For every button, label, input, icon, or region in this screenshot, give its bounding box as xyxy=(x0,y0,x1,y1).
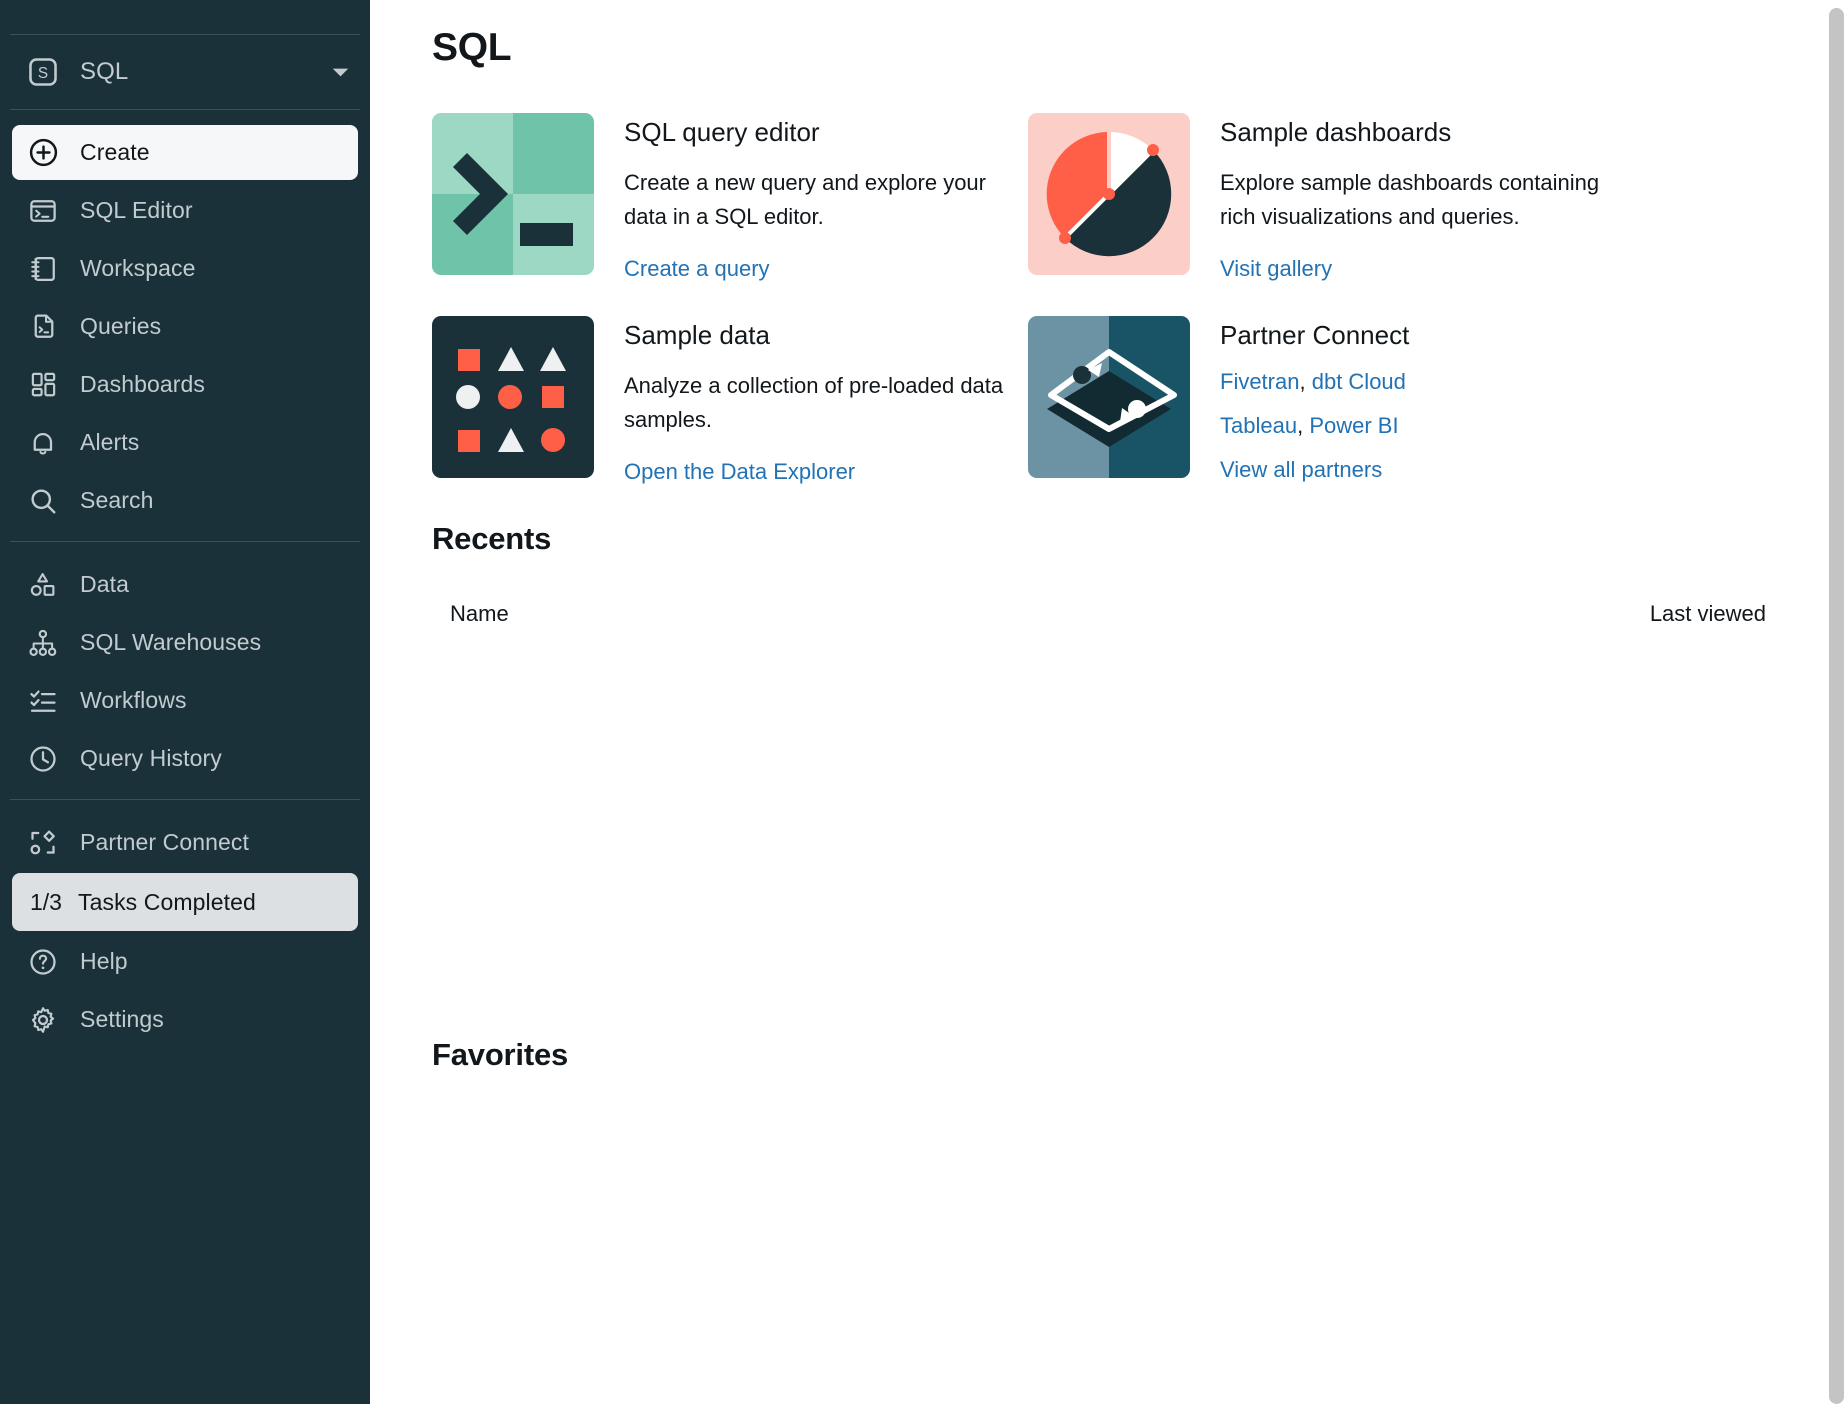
card-sql-query-editor[interactable]: SQL query editor Create a new query and … xyxy=(432,113,1028,282)
sidebar-item-help[interactable]: Help xyxy=(12,934,358,989)
view-all-partners-link[interactable]: View all partners xyxy=(1220,457,1382,483)
warehouse-tree-icon xyxy=(26,626,60,660)
partner-separator: , xyxy=(1299,369,1311,394)
sidebar-item-sql-warehouses[interactable]: SQL Warehouses xyxy=(12,615,358,670)
sql-editor-icon xyxy=(26,194,60,228)
partner-diamond-icon xyxy=(1028,316,1190,478)
partner-link-fivetran[interactable]: Fivetran xyxy=(1220,369,1299,394)
sidebar-item-label: Workspace xyxy=(80,255,196,282)
workspace-icon xyxy=(26,252,60,286)
sidebar-item-queries[interactable]: Queries xyxy=(12,299,358,354)
partner-link-tableau[interactable]: Tableau xyxy=(1220,413,1297,438)
sidebar-item-label: Queries xyxy=(80,313,161,340)
shapes-grid-icon xyxy=(432,316,594,478)
partner-links-row-2: Tableau, Power BI xyxy=(1220,413,1409,439)
sidebar-item-workspace[interactable]: Workspace xyxy=(12,241,358,296)
partner-separator: , xyxy=(1297,413,1309,438)
sidebar-item-alerts[interactable]: Alerts xyxy=(12,415,358,470)
card-sample-data[interactable]: Sample data Analyze a collection of pre-… xyxy=(432,316,1028,485)
card-description: Create a new query and explore your data… xyxy=(624,166,1024,234)
card-partner-connect[interactable]: Partner Connect Fivetran, dbt Cloud Tabl… xyxy=(1028,316,1848,485)
sidebar-item-create[interactable]: Create xyxy=(12,125,358,180)
sidebar-item-sql-editor[interactable]: SQL Editor xyxy=(12,183,358,238)
card-body: Sample data Analyze a collection of pre-… xyxy=(624,316,1024,485)
sidebar-item-label: Tasks Completed xyxy=(78,889,256,916)
visit-gallery-link[interactable]: Visit gallery xyxy=(1220,256,1332,282)
sidebar-group-footer: Partner Connect 1/3 Tasks Completed Help xyxy=(0,800,370,1060)
question-circle-icon xyxy=(26,945,60,979)
card-description: Analyze a collection of pre-loaded data … xyxy=(624,369,1024,437)
dashboards-icon xyxy=(26,368,60,402)
svg-text:S: S xyxy=(38,65,48,82)
sidebar-item-label: SQL Editor xyxy=(80,197,193,224)
sidebar-item-label: Data xyxy=(80,571,129,598)
sidebar-group-data: Data SQL Warehouses xyxy=(0,542,370,799)
sidebar-item-label: SQL Warehouses xyxy=(80,629,261,656)
clock-icon xyxy=(26,742,60,776)
sidebar-item-partner-connect[interactable]: Partner Connect xyxy=(12,815,358,870)
sidebar-item-label: Help xyxy=(80,948,128,975)
partner-link-dbt-cloud[interactable]: dbt Cloud xyxy=(1312,369,1406,394)
pie-chart-icon xyxy=(1028,113,1190,275)
column-header-last-viewed: Last viewed xyxy=(1650,601,1766,627)
card-description: Explore sample dashboards containing ric… xyxy=(1220,166,1620,234)
code-grid-icon xyxy=(432,113,594,275)
data-shapes-icon xyxy=(26,568,60,602)
queries-icon xyxy=(26,310,60,344)
sidebar-item-tasks-completed[interactable]: 1/3 Tasks Completed xyxy=(12,873,358,931)
app-root: S SQL Create xyxy=(0,0,1848,1404)
sidebar-item-label: Query History xyxy=(80,745,222,772)
card-body: Partner Connect Fivetran, dbt Cloud Tabl… xyxy=(1220,316,1409,483)
partner-connect-icon xyxy=(26,826,60,860)
sidebar-group-primary: Create SQL Editor xyxy=(0,110,370,541)
card-title: Sample dashboards xyxy=(1220,117,1620,148)
chevron-down-icon[interactable] xyxy=(330,62,350,82)
sidebar-item-settings[interactable]: Settings xyxy=(12,992,358,1047)
main-scrollbar[interactable] xyxy=(1829,8,1844,1404)
card-sample-dashboards[interactable]: Sample dashboards Explore sample dashboa… xyxy=(1028,113,1848,282)
sidebar-item-dashboards[interactable]: Dashboards xyxy=(12,357,358,412)
recents-table-header: Name Last viewed xyxy=(432,601,1848,627)
sidebar-item-label: Workflows xyxy=(80,687,187,714)
tasks-fraction: 1/3 xyxy=(30,889,62,916)
page-title: SQL xyxy=(432,26,1848,70)
card-title: Sample data xyxy=(624,320,1024,351)
sidebar-item-data[interactable]: Data xyxy=(12,557,358,612)
open-data-explorer-link[interactable]: Open the Data Explorer xyxy=(624,459,855,485)
main-content: SQL SQL query editor Create a ne xyxy=(370,0,1848,1404)
sidebar-item-search[interactable]: Search xyxy=(12,473,358,528)
partner-links-row-1: Fivetran, dbt Cloud xyxy=(1220,369,1409,395)
workspace-selector[interactable]: S SQL xyxy=(0,35,370,109)
plus-circle-icon xyxy=(26,136,60,170)
sidebar-item-label: Partner Connect xyxy=(80,829,249,856)
sidebar-item-label: Settings xyxy=(80,1006,164,1033)
bell-icon xyxy=(26,426,60,460)
sidebar-item-label: Search xyxy=(80,487,153,514)
workflows-checklist-icon xyxy=(26,684,60,718)
quickstart-cards: SQL query editor Create a new query and … xyxy=(432,113,1848,519)
card-body: SQL query editor Create a new query and … xyxy=(624,113,1024,282)
gear-icon xyxy=(26,1003,60,1037)
workspace-label: SQL xyxy=(80,58,330,86)
recents-heading: Recents xyxy=(432,521,1848,557)
search-icon xyxy=(26,484,60,518)
sidebar-item-label: Create xyxy=(80,139,150,166)
partner-link-power-bi[interactable]: Power BI xyxy=(1309,413,1398,438)
sidebar-item-label: Dashboards xyxy=(80,371,205,398)
sidebar-item-label: Alerts xyxy=(80,429,139,456)
card-body: Sample dashboards Explore sample dashboa… xyxy=(1220,113,1620,282)
recents-empty-region xyxy=(432,627,1848,1037)
card-title: Partner Connect xyxy=(1220,320,1409,351)
sql-badge-icon: S xyxy=(26,55,60,89)
column-header-name: Name xyxy=(450,601,509,627)
sidebar-item-workflows[interactable]: Workflows xyxy=(12,673,358,728)
favorites-heading: Favorites xyxy=(432,1037,1848,1073)
card-title: SQL query editor xyxy=(624,117,1024,148)
sidebar: S SQL Create xyxy=(0,0,370,1404)
create-a-query-link[interactable]: Create a query xyxy=(624,256,770,282)
sidebar-item-query-history[interactable]: Query History xyxy=(12,731,358,786)
